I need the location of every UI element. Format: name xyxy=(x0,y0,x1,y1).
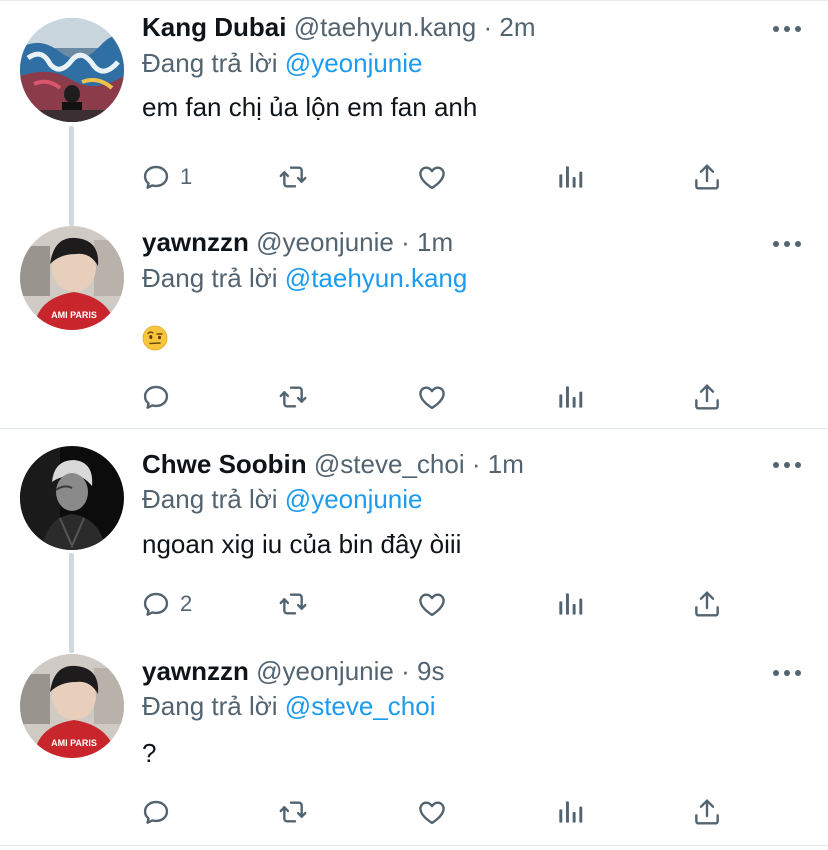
face-with-raised-eyebrow-emoji xyxy=(142,325,168,351)
tweet-text: ? xyxy=(142,738,157,768)
red-hoodie-avatar[interactable]: AMI PARIS xyxy=(20,654,124,758)
like-icon xyxy=(416,588,448,620)
mention-link[interactable]: @steve_choi xyxy=(285,691,436,721)
reply-count: 2 xyxy=(180,591,193,616)
retweet-button[interactable] xyxy=(277,584,309,624)
like-icon xyxy=(416,161,448,193)
reply-icon xyxy=(140,796,172,828)
share-button[interactable] xyxy=(691,157,723,197)
reply-button[interactable] xyxy=(140,377,180,417)
tweet[interactable]: Chwe Soobin @steve_choi · 1m Đang trả lờ… xyxy=(0,429,828,644)
share-button[interactable] xyxy=(691,584,723,624)
replying-label: Đang trả lời xyxy=(142,484,278,514)
user-handle[interactable]: @yeonjunie xyxy=(256,656,394,686)
retweet-button[interactable] xyxy=(277,377,309,417)
more-icon[interactable] xyxy=(772,24,802,34)
more-icon[interactable] xyxy=(772,460,802,470)
reply-button[interactable]: 1 xyxy=(140,157,192,197)
reply-icon xyxy=(140,588,172,620)
like-icon xyxy=(416,381,448,413)
user-handle[interactable]: @yeonjunie xyxy=(256,227,394,257)
more-icon[interactable] xyxy=(772,239,802,249)
analytics-button[interactable] xyxy=(554,584,586,624)
analytics-button[interactable] xyxy=(554,157,586,197)
analytics-button[interactable] xyxy=(554,792,586,832)
display-name[interactable]: Chwe Soobin xyxy=(142,449,307,479)
tweet[interactable]: AMI PARIS yawnzzn @yeonjunie · 1m Đang t… xyxy=(0,215,828,427)
display-name[interactable]: yawnzzn xyxy=(142,656,249,686)
retweet-button[interactable] xyxy=(277,157,309,197)
reply-button[interactable] xyxy=(140,792,180,832)
mention-link[interactable]: @yeonjunie xyxy=(285,484,423,514)
reply-icon xyxy=(140,381,172,413)
analytics-icon xyxy=(554,381,586,413)
separator-dot: · xyxy=(401,656,410,686)
reply-icon xyxy=(140,161,172,193)
mention-link[interactable]: @yeonjunie xyxy=(285,48,423,78)
separator-dot: · xyxy=(401,227,410,257)
replying-to: Đang trả lời @yeonjunie xyxy=(142,46,423,80)
user-handle[interactable]: @steve_choi xyxy=(314,449,465,479)
action-bar: 1 xyxy=(140,157,740,197)
bottom-divider xyxy=(0,845,828,846)
retweet-icon xyxy=(277,381,309,413)
action-bar xyxy=(140,377,740,417)
like-button[interactable] xyxy=(416,377,448,417)
replying-to: Đang trả lời @taehyun.kang xyxy=(142,261,467,295)
timestamp[interactable]: 2m xyxy=(499,12,535,42)
tweet-text: ngoan xig iu của bin đây òiii xyxy=(142,529,462,559)
like-button[interactable] xyxy=(416,584,448,624)
monochrome-portrait-avatar[interactable] xyxy=(20,446,124,550)
retweet-icon xyxy=(277,796,309,828)
tweet-text xyxy=(142,319,168,353)
tweet-header: Chwe Soobin @steve_choi · 1m xyxy=(142,447,524,481)
user-handle[interactable]: @taehyun.kang xyxy=(294,12,477,42)
display-name[interactable]: Kang Dubai xyxy=(142,12,286,42)
action-bar: 2 xyxy=(140,584,740,624)
separator-dot: · xyxy=(471,449,481,479)
replying-to: Đang trả lời @steve_choi xyxy=(142,689,436,723)
analytics-button[interactable] xyxy=(554,377,586,417)
share-icon xyxy=(691,796,723,828)
tweet-text: em fan chị ủa lộn em fan anh xyxy=(142,92,478,122)
timestamp[interactable]: 1m xyxy=(417,227,453,257)
action-bar xyxy=(140,792,740,832)
reply-button[interactable]: 2 xyxy=(140,584,192,624)
analytics-icon xyxy=(554,796,586,828)
replying-to: Đang trả lời @yeonjunie xyxy=(142,482,423,516)
reply-count: 1 xyxy=(180,164,193,189)
like-button[interactable] xyxy=(416,792,448,832)
svg-text:AMI PARIS: AMI PARIS xyxy=(51,738,97,748)
tweet[interactable]: AMI PARIS yawnzzn @yeonjunie · 9s Đang t… xyxy=(0,644,828,845)
share-icon xyxy=(691,381,723,413)
share-button[interactable] xyxy=(691,792,723,832)
display-name[interactable]: yawnzzn xyxy=(142,227,249,257)
retweet-icon xyxy=(277,588,309,620)
replying-label: Đang trả lời xyxy=(142,263,278,293)
tweet-header: Kang Dubai @taehyun.kang · 2m xyxy=(142,10,535,44)
analytics-icon xyxy=(554,161,586,193)
like-button[interactable] xyxy=(416,157,448,197)
red-hoodie-avatar[interactable]: AMI PARIS xyxy=(20,226,124,330)
more-icon[interactable] xyxy=(772,668,802,678)
retweet-button[interactable] xyxy=(277,792,309,832)
analytics-icon xyxy=(554,588,586,620)
tweet-header: yawnzzn @yeonjunie · 1m xyxy=(142,225,453,259)
svg-text:AMI PARIS: AMI PARIS xyxy=(51,310,97,320)
replying-label: Đang trả lời xyxy=(142,691,278,721)
tweet-header: yawnzzn @yeonjunie · 9s xyxy=(142,654,444,688)
replying-label: Đang trả lời xyxy=(142,48,278,78)
share-icon xyxy=(691,588,723,620)
share-button[interactable] xyxy=(691,377,723,417)
mention-link[interactable]: @taehyun.kang xyxy=(285,263,468,293)
timestamp[interactable]: 9s xyxy=(417,656,444,686)
like-icon xyxy=(416,796,448,828)
separator-dot: · xyxy=(483,12,493,42)
retweet-icon xyxy=(277,161,309,193)
graffiti-wall-avatar[interactable] xyxy=(20,18,124,122)
timestamp[interactable]: 1m xyxy=(488,449,524,479)
tweet[interactable]: Kang Dubai @taehyun.kang · 2m Đang trả l… xyxy=(0,0,828,215)
share-icon xyxy=(691,161,723,193)
